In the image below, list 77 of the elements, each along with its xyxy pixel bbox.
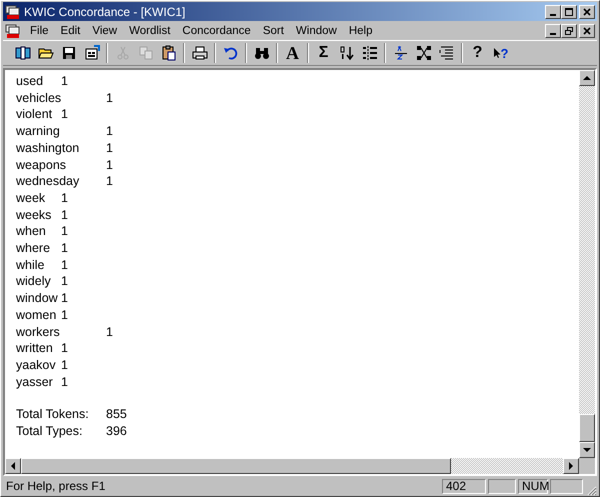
left-arrow-icon bbox=[9, 462, 17, 470]
document-icon[interactable] bbox=[5, 22, 21, 38]
word-count-line: vehicles 1 bbox=[16, 90, 113, 106]
find-icon bbox=[254, 45, 270, 61]
word-count-line: workers 1 bbox=[16, 324, 113, 340]
save-icon bbox=[60, 45, 76, 61]
menu-item[interactable]: Sort bbox=[256, 24, 290, 36]
total-line: Total Tokens: 855 bbox=[16, 406, 127, 424]
minimize-icon bbox=[550, 14, 556, 16]
scroll-down-button[interactable] bbox=[579, 442, 595, 458]
up-arrow-icon bbox=[583, 74, 591, 82]
status-pane bbox=[550, 478, 583, 494]
status-message: For Help, press F1 bbox=[5, 479, 106, 493]
undo-icon bbox=[222, 45, 238, 61]
scroll-left-button[interactable] bbox=[5, 458, 21, 474]
scroll-up-button[interactable] bbox=[579, 70, 595, 86]
minimize-button[interactable] bbox=[545, 4, 561, 18]
menu-item[interactable]: File bbox=[24, 24, 55, 36]
toolbar-button[interactable]: Σ bbox=[312, 42, 335, 64]
maximize-icon bbox=[564, 6, 574, 16]
copy-icon bbox=[138, 45, 154, 61]
window-title: KWIC Concordance - [KWIC1] bbox=[24, 4, 186, 18]
maximize-button[interactable] bbox=[561, 4, 577, 18]
indent-icon bbox=[438, 45, 454, 61]
status-pane: NUM bbox=[518, 478, 548, 494]
word-count-line: weapons 1 bbox=[16, 156, 113, 174]
close-button[interactable] bbox=[579, 24, 595, 38]
word-count-line: warning 1 bbox=[16, 123, 113, 140]
close-icon bbox=[582, 6, 592, 16]
status-pane bbox=[488, 478, 516, 494]
context-help-button[interactable]: ? bbox=[489, 42, 512, 64]
cut-icon bbox=[114, 45, 130, 61]
menu-item[interactable]: Wordlist bbox=[123, 24, 176, 36]
word-count-line: yasser 1 bbox=[16, 374, 68, 390]
status-pane: 402 bbox=[442, 478, 486, 494]
word-count-line: week 1 bbox=[16, 190, 68, 207]
close-button[interactable] bbox=[579, 4, 595, 18]
word-count-line: while 1 bbox=[16, 256, 68, 274]
book-icon bbox=[14, 45, 30, 61]
menu-item[interactable]: Concordance bbox=[176, 24, 257, 36]
network-icon bbox=[416, 45, 432, 61]
total-line: Total Types: 396 bbox=[16, 423, 127, 440]
word-count-line: weeks 1 bbox=[16, 206, 68, 224]
app-icon bbox=[5, 4, 21, 20]
word-count-line: widely 1 bbox=[16, 273, 68, 290]
word-count-line: yaakov 1 bbox=[16, 356, 68, 374]
menu-item[interactable]: Window bbox=[290, 24, 343, 36]
restore-icon bbox=[564, 26, 574, 36]
toolbar-button[interactable]: ? bbox=[466, 42, 489, 64]
list-icon bbox=[362, 45, 378, 61]
word-count-line: where 1 bbox=[16, 240, 68, 257]
resize-grip-icon[interactable] bbox=[585, 484, 597, 496]
menu-item[interactable]: Edit bbox=[54, 24, 86, 36]
right-arrow-icon bbox=[567, 462, 575, 470]
minimize-icon bbox=[550, 32, 556, 34]
word-count-line: washington 1 bbox=[16, 140, 113, 157]
sortaz-icon bbox=[392, 45, 408, 61]
close-icon bbox=[582, 26, 592, 36]
print-icon bbox=[192, 45, 208, 61]
word-count-line: used 1 bbox=[16, 73, 68, 90]
word-count-line: written 1 bbox=[16, 340, 68, 357]
paste-icon bbox=[160, 45, 176, 61]
menu-item[interactable]: View bbox=[86, 24, 124, 36]
toolbar-button[interactable]: A bbox=[281, 42, 304, 64]
restore-button[interactable] bbox=[561, 24, 577, 38]
pointer-icon bbox=[492, 47, 501, 59]
down-arrow-icon bbox=[583, 446, 591, 454]
word-count-line: window 1 bbox=[16, 290, 68, 307]
scroll-right-button[interactable] bbox=[563, 458, 579, 474]
scroll-thumb[interactable] bbox=[579, 414, 595, 442]
word-count-line: wednesday 1 bbox=[16, 173, 113, 190]
minimize-button[interactable] bbox=[545, 24, 561, 38]
scroll-thumb[interactable] bbox=[21, 458, 451, 474]
word-count-line: violent 1 bbox=[16, 106, 68, 124]
word-count-line: when 1 bbox=[16, 223, 68, 240]
word-count-line: women 1 bbox=[16, 306, 68, 324]
menu-item[interactable]: Help bbox=[342, 24, 378, 36]
